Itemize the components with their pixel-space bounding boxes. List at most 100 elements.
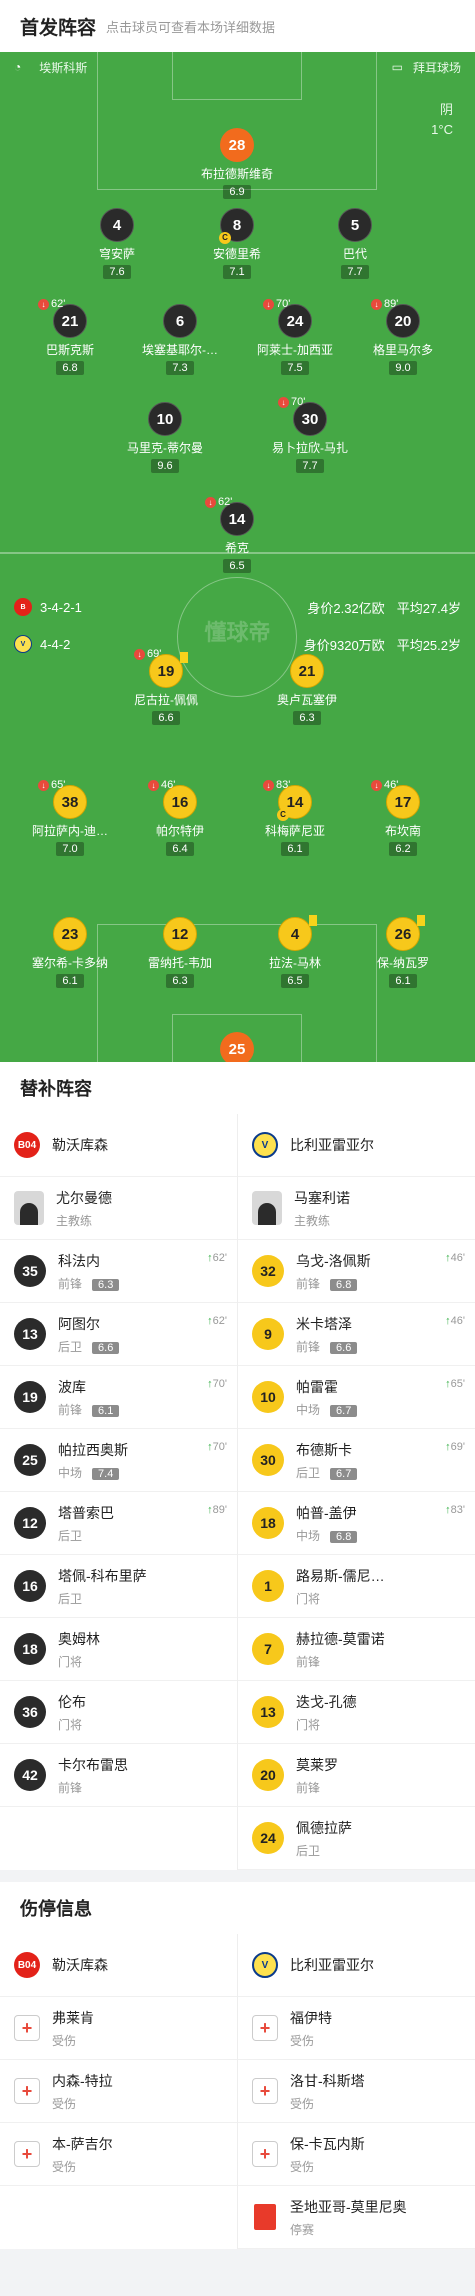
home-player[interactable]: 8 C 安德里希 7.1 — [177, 208, 297, 280]
home-player[interactable]: 24 ↓ 70' 阿莱士-加西亚 7.5 — [235, 298, 355, 376]
leverkusen-logo-icon: B — [14, 598, 32, 616]
sub-player-row[interactable]: 32 乌戈-洛佩斯 前锋 6.8 ↑46' — [238, 1240, 475, 1303]
sub-number-badge: 12 — [14, 1507, 46, 1539]
sub-player-row[interactable]: 19 波库 前锋 6.1 ↑70' — [0, 1366, 237, 1429]
villarreal-logo-icon: V — [252, 1132, 278, 1158]
player-name: 穹安萨 — [98, 247, 135, 261]
sub-player-row[interactable]: 24 佩德拉萨 后卫 — [238, 1807, 475, 1870]
sub-player-row[interactable]: 42 卡尔布雷思 前锋 — [0, 1744, 237, 1807]
sub-number-badge: 18 — [14, 1633, 46, 1665]
home-player[interactable]: 28 布拉德斯维奇 6.9 — [177, 128, 297, 200]
injury-row[interactable]: + 本-萨吉尔 受伤 — [0, 2123, 237, 2186]
injury-row[interactable]: + 内森-特拉 受伤 — [0, 2060, 237, 2123]
sub-player-row[interactable]: 20 莫莱罗 前锋 — [238, 1744, 475, 1807]
sub-time: 89' — [384, 298, 399, 310]
injury-row[interactable]: + 福伊特 受伤 — [238, 1997, 475, 2060]
home-player[interactable]: 20 ↓ 89' 格里马尔多 9.0 — [343, 298, 463, 376]
sub-player-row[interactable]: 13 迭戈-孔德 门将 — [238, 1681, 475, 1744]
away-player[interactable]: 17 ↓ 46' 布坎南 6.2 — [343, 779, 463, 857]
sub-player-row[interactable]: 13 阿图尔 后卫 6.6 ↑62' — [0, 1303, 237, 1366]
sub-time: 70' — [291, 396, 306, 408]
sub-number-badge: 35 — [14, 1255, 46, 1287]
sub-number-badge: 24 — [252, 1822, 284, 1854]
coach-row[interactable]: 尤尔曼德 主教练 — [0, 1177, 237, 1240]
medical-kit-icon: + — [252, 2015, 278, 2041]
sub-on-time: 70' — [212, 1441, 227, 1453]
sub-name: 帕雷霍 — [296, 1378, 338, 1395]
away-player[interactable]: 21 奥卢瓦塞伊 6.3 — [247, 654, 367, 726]
sub-position: 前锋 — [58, 1402, 83, 1417]
sub-name: 佩德拉萨 — [296, 1819, 352, 1836]
player-name: 尼古拉-佩佩 — [134, 693, 198, 707]
player-rating: 6.1 — [56, 974, 84, 988]
sub-player-row[interactable]: 30 布德斯卡 后卫 6.7 ↑69' — [238, 1429, 475, 1492]
injury-row[interactable]: 圣地亚哥-莫里尼奥 停赛 — [238, 2186, 475, 2249]
coach-row[interactable]: 马塞利诺 主教练 — [238, 1177, 475, 1240]
home-player[interactable]: 21 ↓ 62' 巴斯克斯 6.8 — [10, 298, 130, 376]
sub-player-row[interactable]: 12 塔普索巴 后卫 ↑89' — [0, 1492, 237, 1555]
away-player[interactable]: 26 保-纳瓦罗 6.1 — [343, 915, 463, 989]
sub-player-row[interactable]: 10 帕雷霍 中场 6.7 ↑65' — [238, 1366, 475, 1429]
away-player[interactable]: 4 拉法-马林 6.5 — [235, 915, 355, 989]
home-player[interactable]: 30 ↓ 70' 易卜拉欣-马扎 7.7 — [250, 396, 370, 474]
away-value: 身价9320万欧 — [303, 637, 385, 653]
sub-on-indicator: ↑70' — [207, 1378, 227, 1390]
yellow-card-icon — [180, 652, 188, 663]
sub-player-row[interactable]: 36 伦布 门将 — [0, 1681, 237, 1744]
away-player[interactable]: 16 ↓ 46' 帕尔特伊 6.4 — [120, 779, 240, 857]
sub-player-row[interactable]: 35 科法内 前锋 6.3 ↑62' — [0, 1240, 237, 1303]
home-player[interactable]: 10 马里克-蒂尔曼 9.6 — [105, 402, 225, 474]
red-card-icon — [254, 2204, 276, 2230]
away-player[interactable]: 12 雷纳托-韦加 6.3 — [120, 917, 240, 989]
home-player[interactable]: 5 巴代 7.7 — [295, 208, 415, 280]
injury-row[interactable]: + 弗莱肯 受伤 — [0, 1997, 237, 2060]
away-player[interactable]: 25阿尔瑙-特纳斯5.5 — [177, 1032, 297, 1062]
yellow-card-icon — [309, 915, 317, 926]
sub-on-indicator: ↑89' — [207, 1504, 227, 1516]
player-name: 帕尔特伊 — [155, 824, 204, 838]
sub-player-row[interactable]: 18 奥姆林 门将 — [0, 1618, 237, 1681]
home-age: 平均27.4岁 — [396, 600, 461, 616]
away-player[interactable]: 14 ↓ 83' C 科梅萨尼亚 6.1 — [235, 779, 355, 857]
away-player[interactable]: 23 塞尔希-卡多纳 6.1 — [10, 917, 130, 989]
sub-player-row[interactable]: 9 米卡塔泽 前锋 6.6 ↑46' — [238, 1303, 475, 1366]
sub-player-row[interactable]: 7 赫拉德-莫雷诺 前锋 — [238, 1618, 475, 1681]
sub-player-row[interactable]: 18 帕普-盖伊 中场 6.8 ↑83' — [238, 1492, 475, 1555]
sub-name: 阿图尔 — [58, 1315, 100, 1332]
sub-name: 迭戈-孔德 — [296, 1693, 357, 1710]
pitch: 懂球帝 ◔ 埃斯科斯 ▭ 拜耳球场 阴 1°C B 3-4-2-1 身价2.32… — [0, 52, 475, 1062]
lineup-hint: 点击球员可查看本场详细数据 — [106, 19, 276, 35]
sub-number-badge: 25 — [14, 1444, 46, 1476]
sub-off-icon: ↓ — [134, 648, 145, 660]
player-rating: 6.2 — [389, 842, 417, 856]
sub-position: 前锋 — [296, 1654, 321, 1669]
home-formation-bar: B 3-4-2-1 身价2.32亿欧 平均27.4岁 — [0, 597, 475, 617]
sub-number-badge: 30 — [252, 1444, 284, 1476]
sub-number-badge: 16 — [14, 1570, 46, 1602]
injury-player-name: 福伊特 — [290, 2009, 332, 2026]
sub-player-row[interactable]: 25 帕拉西奥斯 中场 7.4 ↑70' — [0, 1429, 237, 1492]
sub-rating: 6.8 — [330, 1278, 358, 1291]
villarreal-logo-icon: V — [252, 1952, 278, 1978]
player-rating: 7.5 — [281, 361, 309, 375]
sub-number-badge: 13 — [252, 1696, 284, 1728]
sub-on-indicator: ↑69' — [445, 1441, 465, 1453]
player-name: 拉法-马林 — [269, 956, 321, 970]
sub-player-row[interactable]: 1 路易斯-儒尼… 门将 — [238, 1555, 475, 1618]
stadium-bar: ◔ 埃斯科斯 ▭ 拜耳球场 — [0, 52, 475, 82]
home-player[interactable]: 4 穹安萨 7.6 — [57, 208, 177, 280]
sub-name: 波库 — [58, 1378, 86, 1395]
sub-player-row[interactable]: 16 塔佩-科布里萨 后卫 — [0, 1555, 237, 1618]
injury-row[interactable]: + 保-卡瓦内斯 受伤 — [238, 2123, 475, 2186]
home-player[interactable]: 6 埃塞基耶尔-… 7.3 — [120, 304, 240, 376]
sub-number-badge: 10 — [252, 1381, 284, 1413]
player-rating: 6.1 — [389, 974, 417, 988]
sub-position: 门将 — [296, 1591, 321, 1606]
injury-row[interactable]: + 洛甘-科斯塔 受伤 — [238, 2060, 475, 2123]
away-player[interactable]: 19 ↓ 69' 尼古拉-佩佩 6.6 — [106, 648, 226, 726]
sub-on-time: 62' — [212, 1315, 227, 1327]
home-player[interactable]: 14 ↓ 62' 希克 6.5 — [177, 496, 297, 574]
away-player[interactable]: 38 ↓ 65' 阿拉萨内-迪… 7.0 — [10, 779, 130, 857]
sub-name: 乌戈-洛佩斯 — [296, 1252, 371, 1269]
player-rating: 6.3 — [166, 974, 194, 988]
